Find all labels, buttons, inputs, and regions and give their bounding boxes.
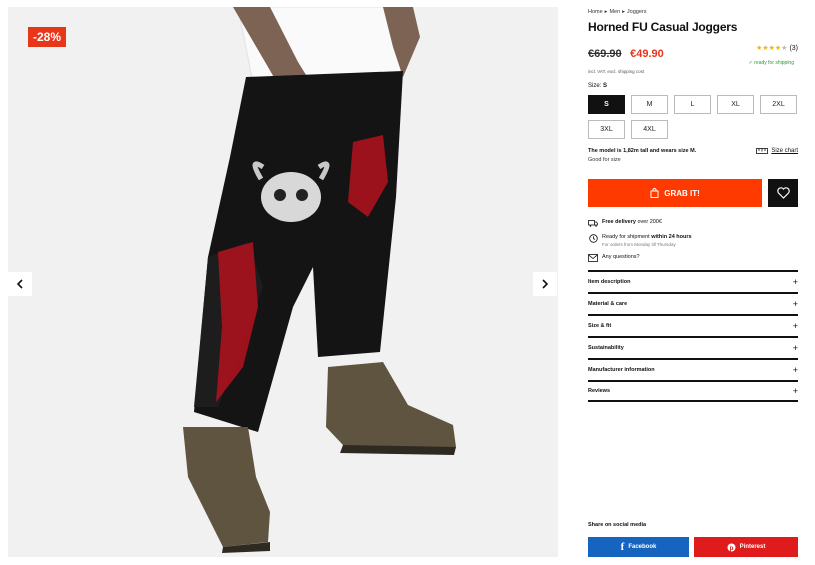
size-option-s[interactable]: S <box>588 95 625 114</box>
next-image-button[interactable] <box>533 272 557 296</box>
mail-icon <box>588 254 598 262</box>
heart-icon <box>776 187 790 199</box>
svg-text:p: p <box>729 544 733 551</box>
questions-link[interactable]: Any questions? <box>588 254 798 262</box>
product-info: Home ▸ Men ▸ Joggers Horned FU Casual Jo… <box>588 7 798 402</box>
share-label: Share on social media <box>588 522 647 528</box>
star-rating-icon: ★★★★★ <box>756 45 788 52</box>
sale-price: €49.90 <box>630 48 664 60</box>
old-price: €69.90 <box>588 48 622 60</box>
size-option-xl[interactable]: XL <box>717 95 754 114</box>
perks-list: Free delivery over 200€ Ready for shipme… <box>588 219 798 262</box>
shopping-bag-icon <box>650 188 659 198</box>
share-facebook-button[interactable]: f Facebook <box>588 537 689 557</box>
size-chart-link[interactable]: Size chart <box>756 148 798 154</box>
caret-right-icon: ▸ <box>622 8 625 15</box>
shipping-status: ✓ ready for shipping <box>748 60 794 66</box>
plus-icon: + <box>792 365 798 375</box>
breadcrumb-home[interactable]: Home <box>588 9 603 15</box>
share-pinterest-button[interactable]: p Pinterest <box>694 537 798 557</box>
previous-image-button[interactable] <box>8 272 32 296</box>
chevron-right-icon <box>542 279 549 289</box>
size-option-3xl[interactable]: 3XL <box>588 120 625 139</box>
plus-icon: + <box>792 299 798 309</box>
clock-icon <box>588 233 598 243</box>
vat-note: incl. VAT, excl. shipping cost <box>588 69 645 74</box>
price-row: €69.90 €49.90 ★★★★★ (3) <box>588 44 798 61</box>
accordion-item-material[interactable]: Material & care + <box>588 292 798 314</box>
share-buttons: f Facebook p Pinterest <box>588 537 798 557</box>
rating-count: (3) <box>789 44 798 52</box>
size-label: Size: S <box>588 83 608 89</box>
rating[interactable]: ★★★★★ (3) <box>756 44 798 53</box>
breadcrumb-joggers[interactable]: Joggers <box>627 9 647 15</box>
discount-badge: -28% <box>28 27 67 47</box>
info-accordion: Item description + Material & care + Size … <box>588 270 798 402</box>
product-gallery[interactable]: -28% <box>8 7 558 557</box>
size-selector: S M L XL 2XL 3XL 4XL <box>588 95 798 139</box>
truck-icon <box>588 219 598 227</box>
wishlist-button[interactable] <box>768 179 798 207</box>
pinterest-icon: p <box>727 543 736 551</box>
free-delivery: Free delivery over 200€ <box>588 219 798 227</box>
add-to-cart-button[interactable]: GRAB IT! <box>588 179 763 207</box>
accordion-item-size-fit[interactable]: Size & fit + <box>588 314 798 336</box>
facebook-icon: f <box>620 541 625 553</box>
plus-icon: + <box>792 343 798 353</box>
plus-icon: + <box>792 321 798 331</box>
caret-right-icon: ▸ <box>604 8 608 15</box>
fit-text: Good for size <box>588 157 621 163</box>
chevron-left-icon <box>16 279 23 289</box>
accordion-item-manufacturer[interactable]: Manufacturer information + <box>588 358 798 380</box>
product-title: Horned FU Casual Joggers <box>588 20 738 34</box>
plus-icon: + <box>792 386 798 396</box>
shipment-info: Ready for shipment within 24 hours For o… <box>588 233 798 247</box>
size-option-l[interactable]: L <box>674 95 711 114</box>
selected-size: S <box>603 83 608 89</box>
size-option-m[interactable]: M <box>631 95 668 114</box>
ruler-icon <box>756 148 769 154</box>
size-option-2xl[interactable]: 2XL <box>760 95 797 114</box>
accordion-item-sustainability[interactable]: Sustainability + <box>588 336 798 358</box>
size-option-4xl[interactable]: 4XL <box>631 120 668 139</box>
model-info: The model is 1,82m tall and wears size M… <box>588 148 798 168</box>
plus-icon: + <box>792 277 798 287</box>
breadcrumb: Home ▸ Men ▸ Joggers <box>588 7 798 16</box>
breadcrumb-men[interactable]: Men <box>609 9 620 15</box>
accordion-item-description[interactable]: Item description + <box>588 270 798 292</box>
product-image <box>183 7 456 553</box>
shipment-note: For orders from Monday till Thursday <box>602 242 676 247</box>
accordion-item-reviews[interactable]: Reviews + <box>588 380 798 402</box>
